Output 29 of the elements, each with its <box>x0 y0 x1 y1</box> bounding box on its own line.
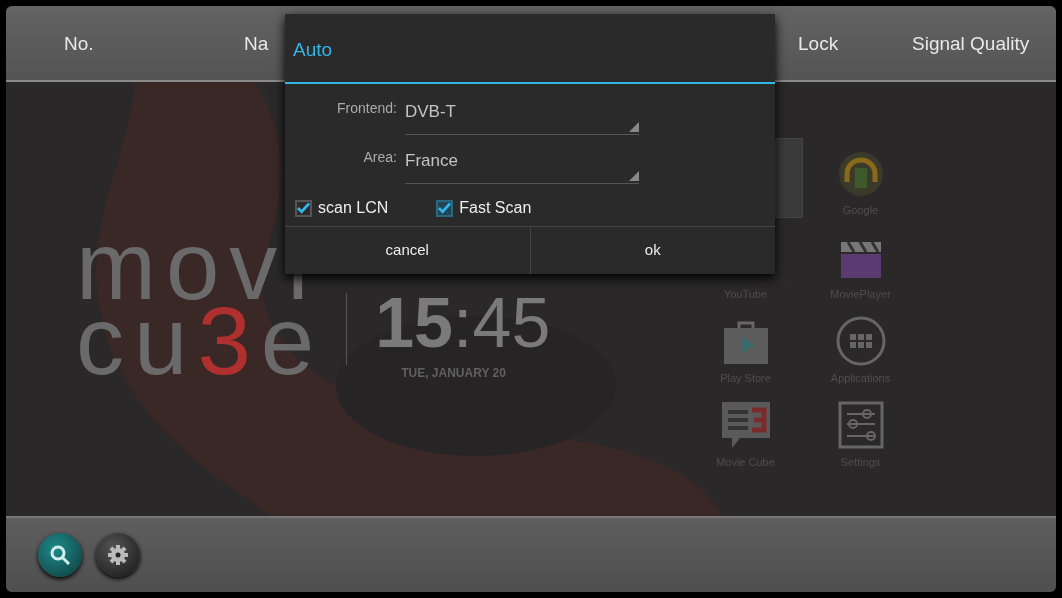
dialog-button[interactable]: cancel <box>285 227 530 274</box>
dropdown-corner-icon <box>629 171 639 181</box>
checkbox[interactable] <box>295 199 312 217</box>
field-label: Frontend: <box>336 99 398 118</box>
search-icon <box>49 544 71 566</box>
column-header: Na <box>244 32 269 56</box>
app-grid-icon <box>835 315 886 366</box>
column-header: No. <box>64 32 94 56</box>
speech-bubble-icon <box>719 399 772 450</box>
checkmark-icon <box>438 202 452 214</box>
settings-button[interactable] <box>96 533 140 577</box>
checkbox[interactable] <box>436 199 454 217</box>
sliders-icon <box>836 399 885 450</box>
checkbox-label: Fast Scan <box>459 198 532 218</box>
column-header: Lock <box>798 32 839 56</box>
settings-icon <box>107 544 129 566</box>
date: TUE, JANUARY 20 <box>401 365 506 382</box>
headphones-icon <box>836 149 885 198</box>
dialog-title: Auto <box>293 37 333 62</box>
column-header: Signal Quality <box>912 32 1030 56</box>
checkmark-icon <box>297 202 310 214</box>
dropdown[interactable]: France <box>405 148 639 184</box>
dialog-button[interactable]: ok <box>529 227 775 274</box>
clock: 15:45 <box>375 288 551 358</box>
search-button[interactable] <box>38 533 82 577</box>
field-label: Area: <box>362 148 398 167</box>
dropdown-corner-icon <box>629 122 639 132</box>
dropdown[interactable]: DVB-T <box>405 99 639 135</box>
checkbox-label: scan LCN <box>318 198 389 218</box>
